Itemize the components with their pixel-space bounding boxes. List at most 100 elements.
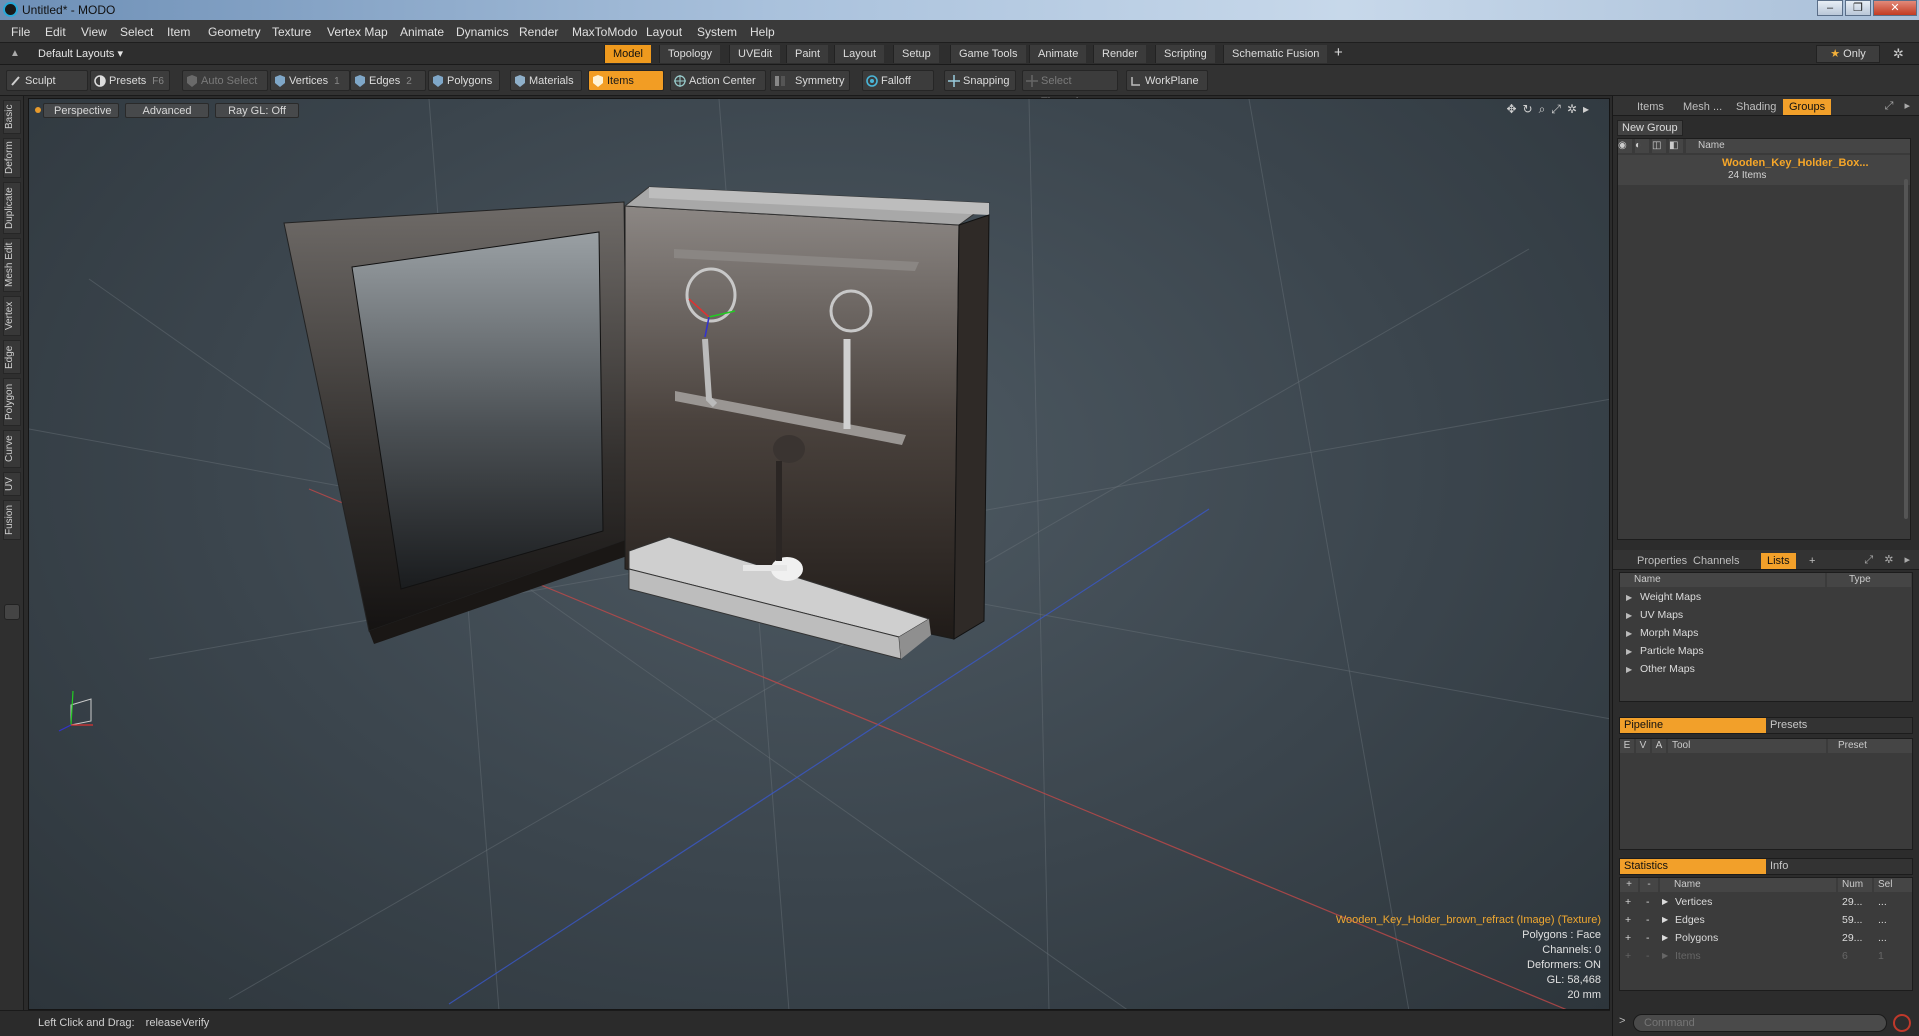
list-item[interactable]: ▶ Weight Maps bbox=[1620, 590, 1820, 605]
add-panel-tab-button[interactable]: + bbox=[1803, 553, 1821, 569]
tab-model[interactable]: Model bbox=[604, 45, 651, 63]
expand-arrow-icon[interactable]: ▶ bbox=[1662, 912, 1668, 928]
groups-scrollbar[interactable] bbox=[1904, 179, 1908, 519]
tab-groups[interactable]: Groups bbox=[1783, 99, 1832, 115]
plus-icon[interactable]: + bbox=[1625, 948, 1631, 964]
gear-icon[interactable]: ✲ bbox=[1893, 46, 1904, 62]
list-item[interactable]: ▶ Particle Maps bbox=[1620, 644, 1820, 659]
edges-button[interactable]: Edges 2 bbox=[350, 70, 426, 91]
expand-arrow-icon[interactable]: ▶ bbox=[1626, 662, 1632, 677]
tab-topology[interactable]: Topology bbox=[659, 45, 721, 63]
menu-file[interactable]: File bbox=[11, 25, 30, 39]
menu-dynamics[interactable]: Dynamics bbox=[456, 25, 509, 39]
preset-col-header[interactable]: Preset bbox=[1828, 739, 1912, 753]
stats-sel-header[interactable]: Sel bbox=[1874, 878, 1912, 892]
list-item[interactable]: ▶ Morph Maps bbox=[1620, 626, 1820, 641]
vtab-curve[interactable]: Curve bbox=[3, 430, 21, 468]
remove-col-header[interactable]: - bbox=[1640, 878, 1658, 892]
vtab-edge[interactable]: Edge bbox=[3, 340, 21, 374]
tab-info[interactable]: Info bbox=[1766, 859, 1912, 874]
vtab-mesh-edit[interactable]: Mesh Edit bbox=[3, 238, 21, 292]
minus-icon[interactable]: - bbox=[1646, 912, 1650, 928]
minus-icon[interactable]: - bbox=[1646, 894, 1650, 910]
add-tab-button[interactable]: + bbox=[1334, 44, 1343, 61]
lock-col-icon[interactable]: ◫ bbox=[1652, 139, 1666, 153]
menu-vertex-map[interactable]: Vertex Map bbox=[327, 25, 388, 39]
expand-arrow-icon[interactable]: ▶ bbox=[1626, 644, 1632, 659]
3d-viewport[interactable]: Perspective Advanced Ray GL: Off ✥↻⌕⤢✲▸ … bbox=[28, 98, 1610, 1010]
minus-icon[interactable]: - bbox=[1646, 948, 1650, 964]
vtab-fusion[interactable]: Fusion bbox=[3, 500, 21, 540]
menu-select[interactable]: Select bbox=[120, 25, 153, 39]
tab-game-tools[interactable]: Game Tools bbox=[950, 45, 1026, 63]
menu-texture[interactable]: Texture bbox=[272, 25, 311, 39]
auto-select-button[interactable]: Auto Select bbox=[182, 70, 268, 91]
tab-paint[interactable]: Paint bbox=[786, 45, 829, 63]
tab-scripting[interactable]: Scripting bbox=[1155, 45, 1215, 63]
vtab-uv[interactable]: UV bbox=[3, 472, 21, 496]
menu-help[interactable]: Help bbox=[750, 25, 775, 39]
raygl-toggle[interactable]: Ray GL: Off bbox=[215, 103, 299, 118]
plus-icon[interactable]: + bbox=[1625, 930, 1631, 946]
toggle-toolbox-button[interactable] bbox=[4, 604, 20, 620]
plus-icon[interactable]: + bbox=[1625, 912, 1631, 928]
render-col-icon[interactable]: ◐ bbox=[1635, 139, 1649, 153]
visible-col-header[interactable]: V bbox=[1636, 739, 1650, 753]
cabinet-body[interactable] bbox=[623, 186, 991, 660]
materials-button[interactable]: Materials bbox=[510, 70, 582, 91]
cabinet-door[interactable] bbox=[283, 201, 633, 644]
expand-arrow-icon[interactable]: ▶ bbox=[1662, 948, 1668, 964]
workplane-button[interactable]: WorkPlane bbox=[1126, 70, 1208, 91]
layout-arrow-icon[interactable]: ▲ bbox=[10, 48, 20, 59]
action-center-button[interactable]: Action Center bbox=[670, 70, 766, 91]
expand-arrow-icon[interactable]: ▶ bbox=[1662, 930, 1668, 946]
menu-animate[interactable]: Animate bbox=[400, 25, 444, 39]
minus-icon[interactable]: - bbox=[1646, 930, 1650, 946]
tab-uvedit[interactable]: UVEdit bbox=[729, 45, 781, 63]
default-layouts-dropdown[interactable]: Default Layouts ▾ bbox=[38, 47, 123, 60]
table-row[interactable]: + - ▶ Vertices 29... ... bbox=[1620, 894, 1912, 910]
mid-panel-icons[interactable]: ⤢ ✲ ▸ bbox=[1864, 553, 1914, 567]
vtab-deform[interactable]: Deform bbox=[3, 138, 21, 178]
table-row[interactable]: + - ▶ Polygons 29... ... bbox=[1620, 930, 1912, 946]
scene-canvas[interactable] bbox=[29, 99, 1610, 1010]
vtab-polygon[interactable]: Polygon bbox=[3, 378, 21, 426]
active-col-header[interactable]: A bbox=[1652, 739, 1666, 753]
tool-col-header[interactable]: Tool bbox=[1668, 739, 1826, 753]
maximize-button[interactable]: ❐ bbox=[1845, 0, 1871, 16]
select-col-icon[interactable]: ◧ bbox=[1669, 139, 1683, 153]
plus-icon[interactable]: + bbox=[1625, 894, 1631, 910]
tab-layout[interactable]: Layout bbox=[834, 45, 885, 63]
falloff-button[interactable]: Falloff bbox=[862, 70, 934, 91]
vtab-basic[interactable]: Basic bbox=[3, 100, 21, 134]
items-button[interactable]: Items bbox=[588, 70, 664, 91]
tab-presets[interactable]: Presets bbox=[1766, 718, 1912, 733]
zoom-icon[interactable]: ⌕ bbox=[1539, 102, 1552, 116]
menu-layout[interactable]: Layout bbox=[646, 25, 682, 39]
polygons-button[interactable]: Polygons bbox=[428, 70, 500, 91]
fit-icon[interactable]: ⤢ bbox=[1551, 102, 1567, 116]
shading-dropdown[interactable]: Advanced bbox=[125, 103, 209, 118]
stats-name-header[interactable]: Name bbox=[1660, 878, 1836, 892]
sculpt-button[interactable]: Sculpt bbox=[6, 70, 88, 91]
groups-list[interactable]: ◉ ◐ ◫ ◧ Name Wooden_Key_Holder_Box... 24… bbox=[1617, 138, 1911, 540]
menu-edit[interactable]: Edit bbox=[45, 25, 66, 39]
tab-mesh[interactable]: Mesh ... bbox=[1677, 99, 1728, 115]
tab-shading[interactable]: Shading bbox=[1730, 99, 1782, 115]
view-mode-dropdown[interactable]: Perspective bbox=[43, 103, 119, 118]
vtab-duplicate[interactable]: Duplicate bbox=[3, 182, 21, 234]
minimize-button[interactable]: – bbox=[1817, 0, 1843, 16]
menu-geometry[interactable]: Geometry bbox=[208, 25, 261, 39]
tab-render[interactable]: Render bbox=[1093, 45, 1147, 63]
list-item[interactable]: ▶ UV Maps bbox=[1620, 608, 1820, 623]
menu-item[interactable]: Item bbox=[167, 25, 190, 39]
rotate-icon[interactable]: ↻ bbox=[1523, 102, 1539, 116]
table-row[interactable]: + - ▶ Edges 59... ... bbox=[1620, 912, 1912, 928]
vertex-map-list[interactable]: Name Type ▶ Weight Maps ▶ UV Maps ▶ Morph M… bbox=[1619, 572, 1913, 702]
group-name[interactable]: Wooden_Key_Holder_Box... bbox=[1722, 157, 1869, 169]
select-through-button[interactable]: Select Through bbox=[1022, 70, 1118, 108]
menu-render[interactable]: Render bbox=[519, 25, 558, 39]
viewport-settings-icon[interactable]: ✲ bbox=[1567, 102, 1583, 116]
list-type-header[interactable]: Type bbox=[1827, 573, 1911, 587]
statistics-table[interactable]: + - Name Num Sel + - ▶ Vertices 29... ...… bbox=[1619, 877, 1913, 991]
